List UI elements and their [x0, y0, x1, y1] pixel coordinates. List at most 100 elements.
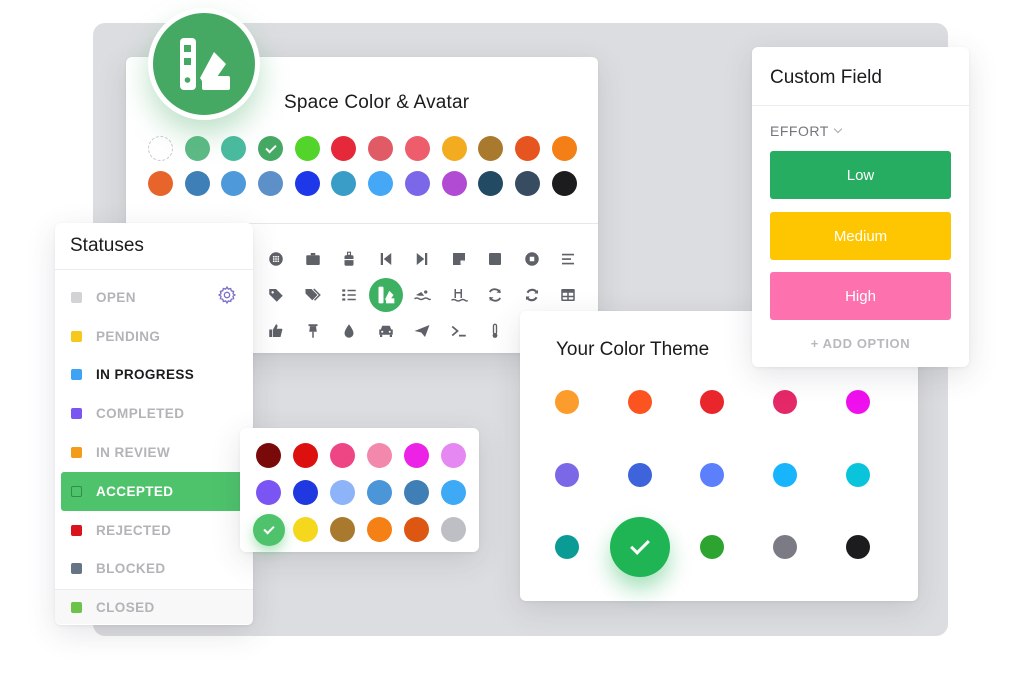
- color-swatch[interactable]: [845, 535, 870, 559]
- space-avatar[interactable]: [148, 8, 260, 120]
- color-swatch[interactable]: [367, 480, 392, 505]
- status-item-open[interactable]: OPEN: [55, 278, 253, 317]
- color-swatch[interactable]: [555, 462, 579, 487]
- status-item-closed[interactable]: CLOSED: [55, 590, 253, 624]
- color-swatch[interactable]: [221, 136, 247, 161]
- avatar-icon-option[interactable]: [514, 277, 551, 313]
- color-swatch[interactable]: [330, 517, 355, 542]
- color-swatch[interactable]: [184, 136, 210, 161]
- color-swatch-none[interactable]: [148, 136, 173, 161]
- add-option-button[interactable]: + ADD OPTION: [752, 336, 969, 351]
- color-swatch[interactable]: [845, 390, 870, 414]
- color-swatch[interactable]: [293, 480, 318, 505]
- avatar-icon-option[interactable]: [295, 277, 332, 313]
- color-swatch[interactable]: [514, 136, 540, 161]
- color-swatch[interactable]: [441, 480, 466, 505]
- avatar-icon-option[interactable]: [368, 277, 405, 313]
- color-swatch[interactable]: [330, 443, 355, 468]
- avatar-icon-option[interactable]: [368, 241, 405, 277]
- avatar-icon-option[interactable]: [331, 313, 368, 349]
- avatar-icon-option[interactable]: [441, 277, 478, 313]
- status-item-pending[interactable]: PENDING: [55, 317, 253, 356]
- avatar-icon-option[interactable]: [404, 241, 441, 277]
- avatar-icon-option[interactable]: [477, 277, 514, 313]
- status-item-completed[interactable]: COMPLETED: [55, 394, 253, 433]
- avatar-icon-option[interactable]: [404, 277, 441, 313]
- option-medium[interactable]: Medium: [770, 212, 951, 260]
- avatar-icon-option[interactable]: [258, 277, 295, 313]
- color-swatch[interactable]: [551, 136, 577, 161]
- color-swatch[interactable]: [441, 443, 466, 468]
- avatar-icon-option[interactable]: [404, 313, 441, 349]
- color-swatch[interactable]: [441, 171, 467, 196]
- avatar-icon-option[interactable]: [550, 277, 587, 313]
- avatar-icon-option[interactable]: [295, 313, 332, 349]
- option-high[interactable]: High: [770, 272, 951, 320]
- avatar-icon-option[interactable]: [477, 313, 514, 349]
- color-swatch[interactable]: [330, 480, 355, 505]
- status-item-blocked[interactable]: BLOCKED: [55, 550, 253, 589]
- color-swatch[interactable]: [404, 480, 429, 505]
- color-swatch[interactable]: [551, 171, 577, 196]
- color-swatch[interactable]: [368, 136, 394, 161]
- color-swatch[interactable]: [773, 462, 798, 487]
- avatar-icon-option[interactable]: [441, 241, 478, 277]
- color-swatch[interactable]: [331, 136, 357, 161]
- color-swatch[interactable]: [773, 535, 798, 559]
- color-swatch[interactable]: [221, 171, 247, 196]
- color-swatch[interactable]: [478, 171, 504, 196]
- avatar-icon-option[interactable]: [331, 277, 368, 313]
- effort-dropdown[interactable]: EFFORT: [770, 123, 842, 139]
- avatar-icon-option[interactable]: [258, 241, 295, 277]
- color-swatch[interactable]: [845, 462, 870, 487]
- color-swatch[interactable]: [404, 517, 429, 542]
- color-swatch[interactable]: [627, 462, 652, 487]
- color-swatch[interactable]: [252, 513, 285, 546]
- status-item-in-review[interactable]: IN REVIEW: [55, 433, 253, 472]
- color-swatch[interactable]: [404, 443, 429, 468]
- color-swatch[interactable]: [367, 443, 392, 468]
- color-swatch[interactable]: [331, 171, 357, 196]
- avatar-icon-option[interactable]: [331, 241, 368, 277]
- color-swatch[interactable]: [294, 171, 320, 196]
- color-swatch[interactable]: [555, 390, 579, 414]
- color-swatch[interactable]: [700, 390, 725, 414]
- color-swatch[interactable]: [700, 462, 725, 487]
- color-swatch[interactable]: [184, 171, 210, 196]
- color-swatch[interactable]: [404, 171, 430, 196]
- color-swatch[interactable]: [773, 390, 798, 414]
- avatar-icon-option[interactable]: [441, 313, 478, 349]
- color-swatch[interactable]: [478, 136, 504, 161]
- avatar-icon-option[interactable]: [295, 241, 332, 277]
- status-item-in-progress[interactable]: IN PROGRESS: [55, 356, 253, 395]
- color-swatch[interactable]: [555, 535, 579, 559]
- status-label: COMPLETED: [96, 406, 185, 422]
- color-swatch[interactable]: [256, 480, 281, 505]
- luggage-icon: [344, 251, 354, 266]
- avatar-icon-option[interactable]: [477, 241, 514, 277]
- color-swatch[interactable]: [258, 136, 284, 161]
- color-swatch[interactable]: [148, 171, 173, 196]
- color-swatch[interactable]: [700, 535, 725, 559]
- color-swatch[interactable]: [293, 517, 318, 542]
- avatar-icon-option[interactable]: [550, 241, 587, 277]
- status-item-rejected[interactable]: REJECTED: [55, 511, 253, 550]
- color-swatch[interactable]: [609, 517, 670, 577]
- avatar-icon-option[interactable]: [368, 313, 405, 349]
- tags-icon: [305, 288, 321, 301]
- color-swatch[interactable]: [514, 171, 540, 196]
- avatar-icon-option[interactable]: [258, 313, 295, 349]
- color-swatch[interactable]: [293, 443, 318, 468]
- color-swatch[interactable]: [368, 171, 394, 196]
- avatar-icon-option[interactable]: [514, 241, 551, 277]
- color-swatch[interactable]: [441, 517, 466, 542]
- color-swatch[interactable]: [294, 136, 320, 161]
- option-low[interactable]: Low: [770, 151, 951, 199]
- color-swatch[interactable]: [367, 517, 392, 542]
- color-swatch[interactable]: [441, 136, 467, 161]
- color-swatch[interactable]: [404, 136, 430, 161]
- color-swatch[interactable]: [627, 390, 652, 414]
- color-swatch[interactable]: [258, 171, 284, 196]
- status-item-accepted[interactable]: ACCEPTED: [61, 471, 281, 511]
- color-swatch[interactable]: [256, 443, 281, 468]
